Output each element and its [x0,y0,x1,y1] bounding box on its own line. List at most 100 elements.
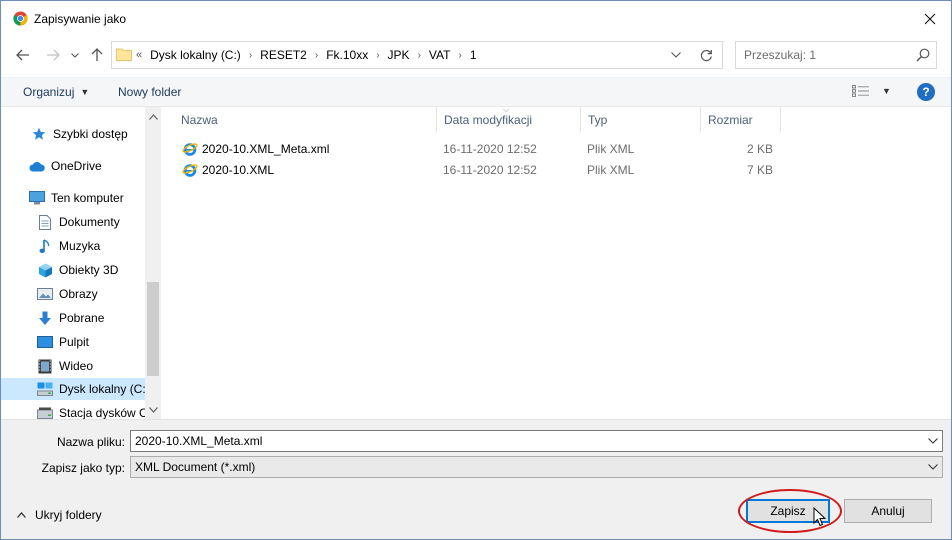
nav-item-downloads[interactable]: Pobrane [1,307,145,329]
save-as-dialog: Zapisywanie jako « Dysk lokalny (C:) › R… [0,0,952,540]
nav-item-documents[interactable]: Dokumenty [1,211,145,233]
back-button[interactable] [13,45,33,65]
organize-button[interactable]: Organizuj ▼ [23,85,89,99]
arrow-right-icon [47,49,60,61]
file-name: 2020-10.XML [202,163,275,177]
cube-icon [37,262,53,278]
breadcrumb-separator-icon[interactable]: › [315,50,318,61]
hide-folders-label: Ukryj foldery [35,508,102,522]
file-list: Nazwa ⌵ Data modyfikacji Typ Rozmiar 202… [163,105,951,419]
nav-item-3d-objects[interactable]: Obiekty 3D [1,259,145,281]
chevron-down-icon [71,52,79,58]
breadcrumb-item[interactable]: 1 [470,48,477,62]
breadcrumb-item[interactable]: RESET2 [260,48,307,62]
nav-item-label: Pulpit [59,335,90,349]
music-icon [37,238,53,254]
recent-locations-button[interactable] [65,45,85,65]
chevron-down-icon [928,438,938,444]
nav-item-label: Muzyka [59,239,101,253]
nav-item-label: Dokumenty [59,215,120,229]
file-date: 16-11-2020 12:52 [443,142,537,156]
breadcrumb-item[interactable]: Dysk lokalny (C:) [150,48,241,62]
column-header-date[interactable]: ⌵ Data modyfikacji [437,105,581,133]
nav-item-local-disk[interactable]: Dysk lokalny (C:) [1,378,145,400]
scroll-down-icon[interactable] [145,402,161,418]
navigation-row: « Dysk lokalny (C:) › RESET2 › Fk.10xx ›… [1,37,951,73]
nav-item-desktop[interactable]: Pulpit [1,331,145,353]
column-header-size[interactable]: Rozmiar [701,107,781,133]
filename-combobox[interactable] [130,430,943,452]
file-type: Plik XML [587,163,635,177]
scrollbar-thumb[interactable] [147,282,159,376]
nav-item-videos[interactable]: Wideo [1,355,145,377]
up-button[interactable] [87,45,107,65]
filetype-label: Zapisz jako typ: [41,461,125,475]
nav-item-label: Obiekty 3D [59,263,119,277]
breadcrumb-item[interactable]: JPK [388,48,410,62]
breadcrumb-item[interactable]: VAT [429,48,451,62]
nav-pane-scrollbar[interactable] [145,107,161,419]
filename-label: Nazwa pliku: [56,435,125,449]
computer-icon [29,190,45,206]
navigation-pane: Szybki dostęp OneDrive Ten komputer Doku… [1,107,161,419]
hide-folders-button[interactable]: Ukryj foldery [17,508,102,522]
column-header-type[interactable]: Typ [581,107,701,133]
title-bar: Zapisywanie jako [1,1,951,37]
breadcrumb-separator-icon[interactable]: › [376,50,379,61]
nav-item-this-pc[interactable]: Ten komputer [1,187,145,209]
chevron-up-icon [17,510,26,521]
filetype-value: XML Document (*.xml) [135,460,256,474]
organize-label: Organizuj [23,85,75,99]
forward-button[interactable] [43,45,63,65]
documents-icon [37,214,53,230]
chevron-down-icon [928,464,938,470]
help-button[interactable]: ? [917,83,935,101]
arrow-up-icon [91,48,103,61]
close-button[interactable] [915,5,945,33]
breadcrumb-separator-icon[interactable]: › [458,50,461,61]
scroll-up-icon[interactable] [145,109,161,125]
filetype-dropdown-button[interactable] [924,457,942,477]
nav-item-quick-access[interactable]: Szybki dostęp [1,123,145,145]
close-icon [924,13,936,25]
nav-item-label: Szybki dostęp [53,127,128,141]
new-folder-button[interactable]: Nowy folder [118,85,181,99]
folder-icon [116,48,132,61]
save-button[interactable]: Zapisz [746,499,830,523]
filetype-select[interactable]: XML Document (*.xml) [130,456,943,478]
column-header-label: Data modyfikacji [444,113,533,127]
column-header-label: Nazwa [181,113,218,127]
breadcrumb-separator-icon[interactable]: › [249,50,252,61]
breadcrumb-overflow[interactable]: « [136,49,142,61]
nav-item-label: Dysk lokalny (C:) [59,382,145,396]
filename-dropdown-button[interactable] [924,431,942,451]
file-row[interactable]: 2020-10.XML 16-11-2020 12:52 Plik XML 7 … [177,160,777,180]
disc-drive-icon [37,405,53,419]
breadcrumb-item[interactable]: Fk.10xx [326,48,368,62]
nav-item-onedrive[interactable]: OneDrive [1,155,145,177]
file-row[interactable]: 2020-10.XML_Meta.xml 16-11-2020 12:52 Pl… [177,139,777,159]
change-view-button[interactable]: ▼ [852,85,891,97]
breadcrumb: « Dysk lokalny (C:) › RESET2 › Fk.10xx ›… [136,42,477,68]
xml-file-icon [182,164,198,177]
address-history-dropdown[interactable] [664,42,688,68]
nav-item-label: Pobrane [59,311,105,325]
nav-item-label: Wideo [59,359,94,373]
column-header-name[interactable]: Nazwa [174,107,437,133]
desktop-icon [37,334,53,350]
file-date: 16-11-2020 12:52 [443,163,537,177]
breadcrumb-separator-icon[interactable]: › [418,50,421,61]
sort-indicator-icon: ⌵ [503,105,510,114]
cancel-button[interactable]: Anuluj [844,499,932,523]
nav-item-music[interactable]: Muzyka [1,235,145,257]
filename-input[interactable] [131,431,922,451]
star-icon [31,126,47,142]
search-icon[interactable] [916,48,930,62]
search-input[interactable] [736,42,906,68]
search-box[interactable] [735,41,937,69]
file-name: 2020-10.XML_Meta.xml [202,142,330,156]
address-bar[interactable]: « Dysk lokalny (C:) › RESET2 › Fk.10xx ›… [111,41,723,69]
nav-item-disc-drive[interactable]: Stacja dysków C [1,402,145,419]
nav-item-pictures[interactable]: Obrazy [1,283,145,305]
refresh-button[interactable] [691,41,723,69]
